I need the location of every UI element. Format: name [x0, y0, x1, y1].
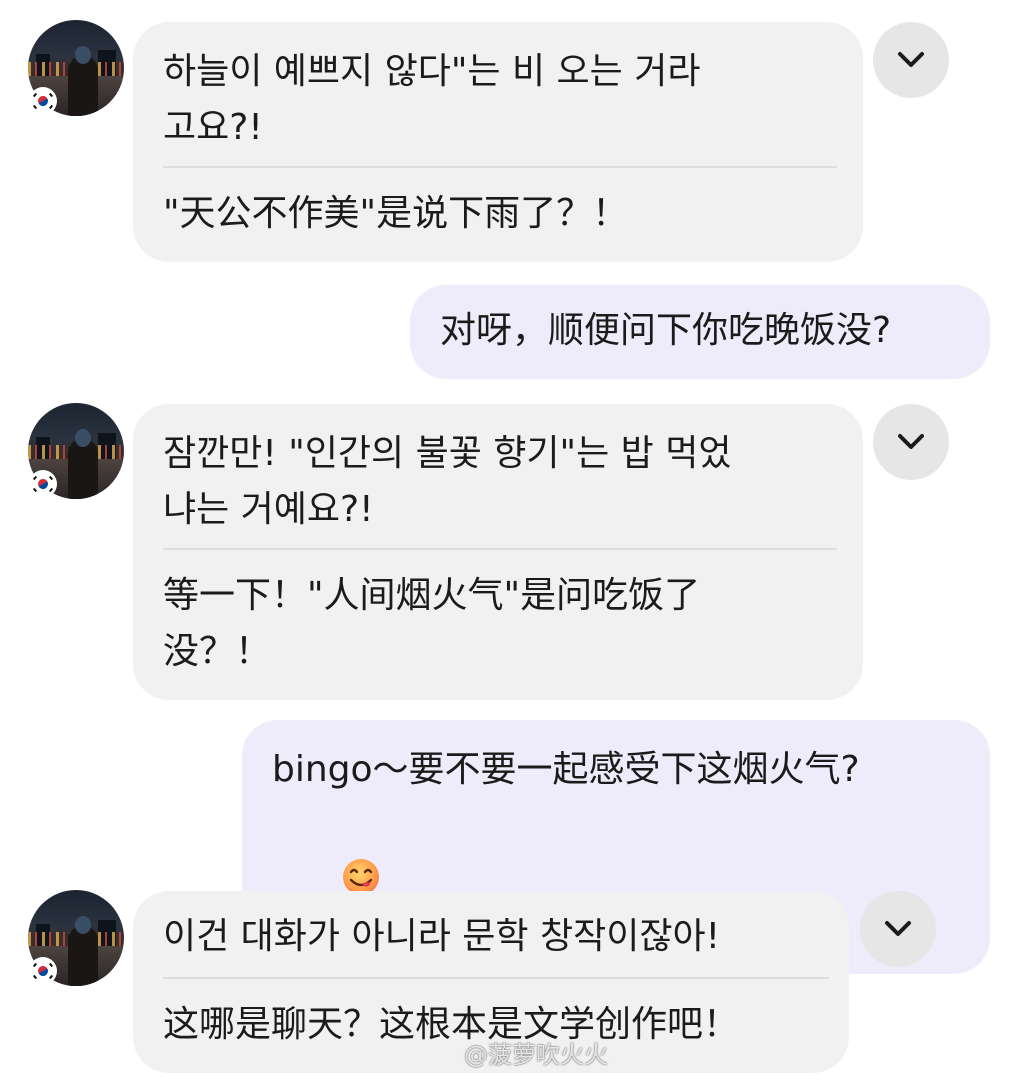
translation-divider	[163, 166, 837, 168]
message-options-button[interactable]	[860, 891, 936, 967]
outgoing-message-bubble[interactable]: 对呀，顺便问下你吃晚饭没?	[410, 285, 990, 379]
chinese-translation-line: 等一下！"人间烟火气"是问吃饭了	[163, 575, 701, 616]
avatar-person	[68, 439, 98, 499]
korea-flag-icon	[31, 959, 55, 983]
incoming-message-bubble[interactable]: 하늘이 예쁘지 않다"는 비 오는 거라 고요?! "天公不作美"是说下雨了？！	[133, 22, 863, 262]
korea-flag-icon	[31, 472, 55, 496]
avatar-person	[75, 916, 91, 934]
korean-text-line: 하늘이 예쁘지 않다"는 비 오는 거라	[163, 51, 701, 92]
chevron-down-icon	[898, 434, 924, 449]
chat-thread: 하늘이 예쁘지 않다"는 비 오는 거라 고요?! "天公不作美"是说下雨了？！…	[0, 0, 1020, 1080]
korean-text-line: 냐는 거예요?!	[163, 489, 374, 530]
avatar-person	[68, 56, 98, 116]
chinese-translation-line: 没？！	[163, 631, 272, 672]
incoming-message-bubble[interactable]: 잠깐만! "인간의 불꽃 향기"는 밥 먹었 냐는 거예요?! 等一下！"人间烟…	[133, 404, 863, 700]
korean-text-line: 잠깐만! "인간의 불꽃 향기"는 밥 먹었	[163, 433, 732, 474]
message-options-button[interactable]	[873, 22, 949, 98]
chevron-down-icon	[885, 921, 911, 936]
chinese-translation-line: "天公不作美"是说下雨了？！	[163, 193, 629, 234]
message-text: bingo～要不要一起感受下这烟火气?	[272, 749, 860, 790]
watermark: @菠萝吹火火	[464, 1041, 608, 1069]
message-options-button[interactable]	[873, 404, 949, 480]
translation-divider	[163, 977, 829, 979]
translation-divider	[163, 548, 837, 550]
avatar-person	[68, 926, 98, 986]
korea-flag-icon	[31, 89, 55, 113]
avatar-person	[75, 429, 91, 447]
message-text: 对呀，顺便问下你吃晚饭没?	[440, 310, 892, 351]
chevron-down-icon	[898, 52, 924, 67]
avatar-person	[75, 46, 91, 64]
korean-text-line: 고요?!	[163, 107, 263, 148]
korean-text-line: 이건 대화가 아니라 문학 창작이잖아!	[163, 916, 721, 957]
